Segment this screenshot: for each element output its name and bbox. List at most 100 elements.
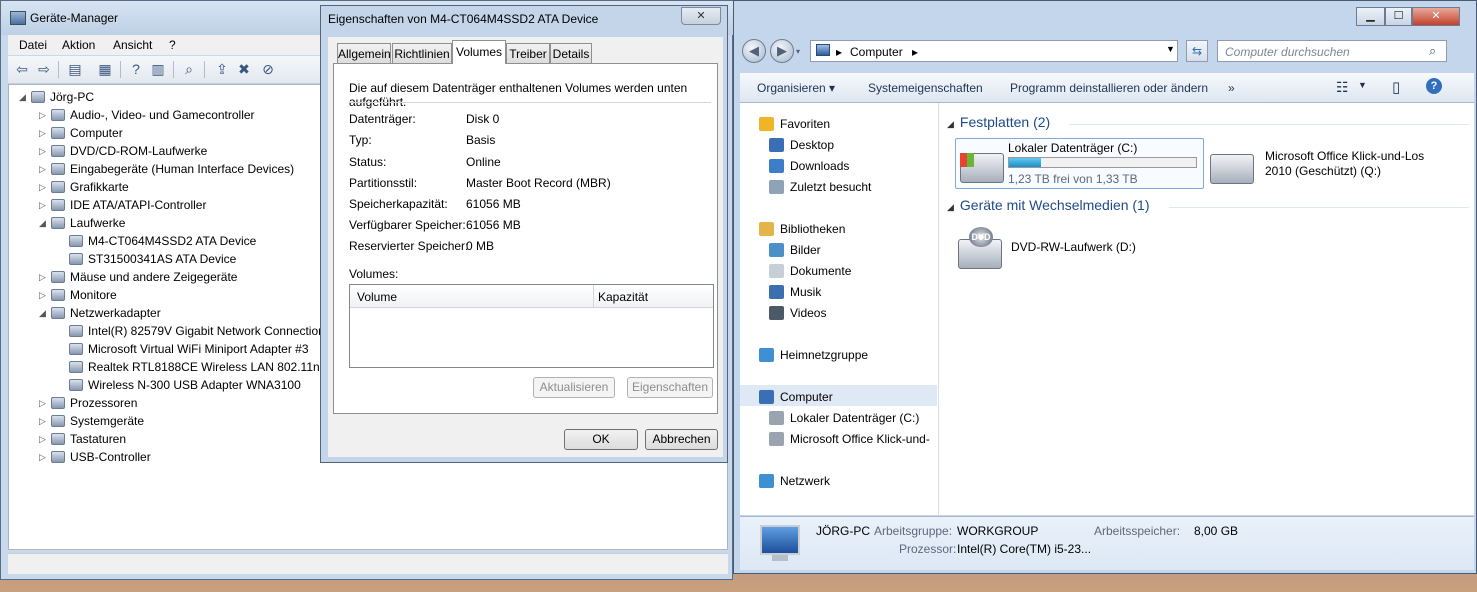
disable-device-icon[interactable]: ⊘ <box>259 60 277 78</box>
group-header-removable[interactable]: ◢ Geräte mit Wechselmedien (1) <box>947 197 1150 213</box>
update-driver-icon[interactable]: ⇪ <box>213 60 231 78</box>
address-bar[interactable]: ▸ Computer ▸ ▼ <box>810 40 1178 62</box>
collapse-arrow-icon[interactable]: ◢ <box>39 304 49 322</box>
expand-arrow-icon[interactable]: ▷ <box>39 412 49 430</box>
tree-label: Realtek RTL8188CE Wireless LAN 802.11n P… <box>88 360 340 374</box>
close-button[interactable]: ✕ <box>1412 7 1460 26</box>
column-header-capacity[interactable]: Kapazität <box>598 290 648 304</box>
properties-icon[interactable]: ▦ <box>96 60 114 78</box>
menu-aktion[interactable]: Aktion <box>62 38 95 52</box>
recent-pages-icon[interactable]: ▾ <box>796 47 800 56</box>
menu-datei[interactable]: Datei <box>19 38 47 52</box>
expand-arrow-icon[interactable]: ▷ <box>39 124 49 142</box>
expand-arrow-icon[interactable]: ▷ <box>39 142 49 160</box>
scan-hardware-icon[interactable]: ⌕ <box>180 60 198 78</box>
view-dropdown-icon[interactable]: ▼ <box>1358 80 1367 90</box>
dialog-close-button[interactable]: ✕ <box>681 7 721 25</box>
menu-help[interactable]: ? <box>169 38 176 52</box>
preview-pane-icon[interactable]: ▯ <box>1392 78 1400 96</box>
back-icon[interactable]: ⇦ <box>13 60 31 78</box>
tab-treiber[interactable]: Treiber <box>506 43 550 63</box>
toolbar-separator <box>204 61 205 78</box>
forward-icon[interactable]: ⇨ <box>35 60 53 78</box>
breadcrumb-separator[interactable]: ▸ <box>912 45 918 59</box>
breadcrumb-separator[interactable]: ▸ <box>836 45 842 59</box>
drive-icon <box>769 411 784 425</box>
refresh-icon[interactable]: ⇆ <box>1186 40 1208 62</box>
system-properties-button[interactable]: Systemeigenschaften <box>868 81 983 95</box>
expand-arrow-icon[interactable]: ▷ <box>39 394 49 412</box>
cancel-button[interactable]: Abbrechen <box>645 429 718 450</box>
back-button[interactable]: ◀ <box>742 39 766 63</box>
nav-item-label: Heimnetzgruppe <box>780 348 869 362</box>
uninstall-device-icon[interactable]: ✖ <box>235 60 253 78</box>
toolbar-separator <box>58 61 59 78</box>
view-options-icon[interactable]: ☷ <box>1336 79 1349 96</box>
volumes-list[interactable]: Volume Kapazität <box>349 284 714 368</box>
music-icon <box>769 285 784 299</box>
ok-button[interactable]: OK <box>564 429 638 450</box>
tree-label: ST31500341AS ATA Device <box>88 252 237 266</box>
tree-label: USB-Controller <box>70 450 151 464</box>
device-icon <box>69 361 83 373</box>
field-label: Partitionsstil: <box>349 176 418 190</box>
device-icon <box>51 307 65 319</box>
volumes-description: Die auf diesem Datenträger enthaltenen V… <box>349 81 688 109</box>
organize-button[interactable]: Organisieren ▾ <box>757 81 835 95</box>
show-hidden-icon[interactable]: ▥ <box>149 60 167 78</box>
column-header-volume[interactable]: Volume <box>357 290 397 304</box>
expand-arrow-icon[interactable]: ▷ <box>39 160 49 178</box>
address-dropdown-icon[interactable]: ▼ <box>1166 44 1175 54</box>
expand-arrow-icon[interactable]: ▷ <box>39 178 49 196</box>
tab-allgemein[interactable]: Allgemein <box>337 43 391 63</box>
tab-details[interactable]: Details <box>550 43 592 63</box>
device-icon <box>51 289 65 301</box>
drive-q-icon[interactable] <box>1210 154 1254 184</box>
expand-arrow-icon[interactable]: ▷ <box>39 106 49 124</box>
device-icon <box>51 451 65 463</box>
device-icon <box>51 199 65 211</box>
uninstall-program-button[interactable]: Programm deinstallieren oder ändern <box>1010 81 1208 95</box>
help-icon[interactable]: ? <box>127 60 145 78</box>
drive-q-name-line2[interactable]: 2010 (Geschützt) (Q:) <box>1265 164 1381 178</box>
group-header-hard-disks[interactable]: ◢ Festplatten (2) <box>947 114 1050 130</box>
computer-icon <box>816 44 830 56</box>
drive-q-name-line1[interactable]: Microsoft Office Klick-und-Los <box>1265 149 1424 163</box>
collapse-arrow-icon[interactable]: ◢ <box>19 88 29 106</box>
search-icon[interactable]: ⌕ <box>1429 43 1436 59</box>
collapse-arrow-icon[interactable]: ◢ <box>39 214 49 232</box>
tab-richtlinien[interactable]: Richtlinien <box>392 43 452 63</box>
expand-arrow-icon[interactable]: ▷ <box>39 286 49 304</box>
tree-view-icon[interactable]: ▤ <box>66 60 84 78</box>
volumes-list-header: Volume Kapazität <box>350 285 713 308</box>
properties-dialog: Eigenschaften von M4-CT064M4SSD2 ATA Dev… <box>320 5 728 463</box>
refresh-button[interactable]: Aktualisieren <box>533 377 615 398</box>
dvd-drive-name[interactable]: DVD-RW-Laufwerk (D:) <box>1011 240 1136 254</box>
device-icon <box>51 145 65 157</box>
drive-c-tile[interactable]: Lokaler Datenträger (C:) 1,23 TB frei vo… <box>955 138 1204 189</box>
maximize-button[interactable]: ☐ <box>1385 7 1412 26</box>
expand-arrow-icon[interactable]: ▷ <box>39 196 49 214</box>
nav-item-label: Desktop <box>790 138 835 152</box>
more-commands-button[interactable]: » <box>1228 81 1235 95</box>
tree-label: Mäuse und andere Zeigegeräte <box>70 270 238 284</box>
minimize-button[interactable]: ▁ <box>1356 7 1385 26</box>
tab-volumes[interactable]: Volumes <box>452 40 506 64</box>
field-label: Verfügbarer Speicher: <box>349 218 466 232</box>
nav-item-label: Bilder <box>790 243 821 257</box>
expand-arrow-icon[interactable]: ▷ <box>39 448 49 466</box>
device-icon <box>69 253 83 265</box>
toolbar-separator <box>120 61 121 78</box>
nav-item-label: Dokumente <box>790 264 852 278</box>
forward-button[interactable]: ▶ <box>770 39 794 63</box>
field-value: 61056 MB <box>466 218 521 232</box>
help-icon[interactable]: ? <box>1426 78 1442 94</box>
search-box[interactable]: Computer durchsuchen ⌕ <box>1217 40 1447 62</box>
menu-ansicht[interactable]: Ansicht <box>113 38 152 52</box>
expand-arrow-icon[interactable]: ▷ <box>39 430 49 448</box>
group-divider <box>1069 124 1469 125</box>
expand-arrow-icon[interactable]: ▷ <box>39 268 49 286</box>
volume-properties-button[interactable]: Eigenschaften <box>627 377 713 398</box>
nav-item-label: Downloads <box>790 159 850 173</box>
breadcrumb-computer[interactable]: Computer <box>850 45 903 59</box>
